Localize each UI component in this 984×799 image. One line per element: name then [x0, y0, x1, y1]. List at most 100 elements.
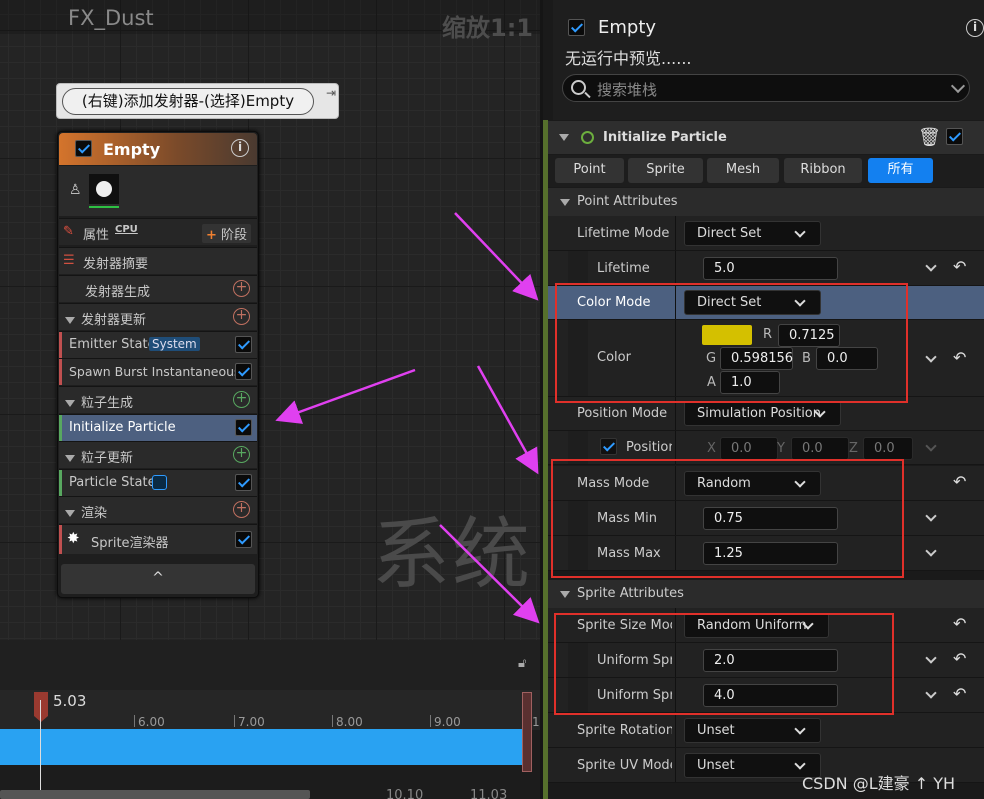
timeline[interactable]: 🔓︎ 6.00 7.00 8.00 9.00 1 5.03 10.10 11.0… [0, 640, 540, 799]
collapse-icon[interactable] [65, 510, 75, 517]
chevron-down-icon[interactable] [925, 687, 937, 699]
pencil-icon[interactable]: ✎ [63, 224, 74, 239]
sprite-burst-icon: ✸ [67, 529, 80, 547]
chevron-down-icon[interactable] [925, 440, 937, 452]
particle-state-row[interactable]: Particle State [59, 469, 257, 496]
module-enable-checkbox[interactable] [946, 128, 963, 145]
chevron-down-icon[interactable] [925, 351, 937, 363]
lifetime-input[interactable]: 5.0 [703, 257, 838, 280]
system-graph[interactable]: FX_Dust 缩放1:1 系统 (右键)添加发射器-(选择)Empty ⇥ E… [0, 0, 540, 640]
stage-button[interactable]: + 阶段 [202, 224, 252, 243]
emitter-track[interactable] [0, 729, 528, 765]
add-module-icon[interactable]: + [233, 446, 250, 463]
sprite-rotation-dropdown[interactable]: Unset [684, 718, 821, 743]
reset-icon[interactable]: ↶ [953, 257, 966, 276]
emitter-enable-checkbox[interactable] [75, 140, 92, 157]
emitter-enable-checkbox[interactable] [568, 19, 585, 36]
collapse-icon[interactable] [560, 591, 570, 598]
initialize-particle-row[interactable]: Initialize Particle [59, 414, 257, 441]
emitter-summary-row[interactable]: ☰ 发射器摘要 [59, 247, 257, 274]
reset-icon[interactable]: ↶ [953, 472, 966, 491]
reset-icon[interactable]: ↶ [953, 614, 966, 633]
emitter-header[interactable]: Empty i [59, 133, 257, 165]
playhead[interactable] [34, 692, 48, 722]
tab-mesh[interactable]: Mesh [707, 158, 779, 183]
add-renderer-icon[interactable]: + [233, 501, 250, 518]
add-module-icon[interactable]: + [233, 280, 250, 297]
module-title: Initialize Particle [603, 130, 727, 145]
timeline-scrollbar[interactable] [0, 790, 310, 799]
pin-icon[interactable]: ⇥ [326, 86, 336, 100]
preview-status: 无运行中预览...... [565, 49, 692, 68]
tab-sprite[interactable]: Sprite [628, 158, 703, 183]
collapse-icon[interactable] [559, 134, 569, 141]
search-input[interactable]: 搜索堆栈 [597, 79, 657, 100]
point-attributes-header[interactable]: Point Attributes [548, 188, 984, 216]
chevron-down-icon[interactable] [925, 260, 937, 272]
properties-label[interactable]: 属性 [83, 224, 109, 243]
sprite-renderer-row[interactable]: ✸ Sprite渲染器 [59, 524, 257, 554]
add-emitter-tooltip: (右键)添加发射器-(选择)Empty ⇥ [56, 83, 339, 119]
reset-icon[interactable]: ↶ [953, 684, 966, 703]
timeline-toolbar: 🔓︎ [0, 640, 540, 690]
collapse-icon[interactable] [65, 400, 75, 407]
emitter-state-row[interactable]: Emitter State System [59, 331, 257, 358]
module-enable-checkbox[interactable] [235, 363, 252, 380]
z-input[interactable]: 0.0 [863, 437, 913, 460]
module-enable-checkbox[interactable] [235, 336, 252, 353]
emitter-thumbnail-row: ♙ [59, 166, 257, 216]
chevron-down-icon[interactable] [925, 652, 937, 664]
x-input[interactable]: 0.0 [720, 437, 778, 460]
sprite-attributes-header[interactable]: Sprite Attributes [548, 580, 984, 608]
tab-ribbon[interactable]: Ribbon [784, 158, 862, 183]
collapse-node-button[interactable]: ^ [61, 564, 255, 594]
panel-title: Empty [598, 17, 657, 38]
emitter-update-row[interactable]: 发射器更新 + [59, 303, 257, 330]
particle-spawn-label: 粒子生成 [81, 396, 134, 411]
emitter-summary-label: 发射器摘要 [83, 257, 149, 272]
collapse-icon[interactable] [65, 317, 75, 324]
reset-icon[interactable]: ↶ [953, 348, 966, 367]
emitter-spawn-row[interactable]: 发射器生成 + [59, 275, 257, 302]
reset-icon[interactable]: ↶ [953, 649, 966, 668]
y-input[interactable]: 0.0 [791, 437, 849, 460]
info-icon[interactable]: i [231, 139, 249, 157]
dot-icon [152, 475, 167, 490]
emitter-node[interactable]: Empty i ♙ ✎ 属性 CPU + 阶段 ☰ 发射器摘要 发射器生成 + [57, 131, 259, 598]
plus-icon: + [206, 228, 217, 243]
track-end-handle[interactable] [522, 692, 532, 772]
module-header[interactable]: Initialize Particle 🗑︎ [548, 121, 984, 154]
tab-point[interactable]: Point [555, 158, 624, 183]
tooltip-text: (右键)添加发射器-(选择)Empty [62, 88, 314, 115]
info-icon[interactable]: i [966, 19, 984, 37]
particle-spawn-row[interactable]: 粒子生成 + [59, 386, 257, 413]
chevron-down-icon[interactable] [925, 510, 937, 522]
particle-update-row[interactable]: 粒子更新 + [59, 441, 257, 468]
sprite-uv-label: Sprite UV Mode [577, 758, 672, 773]
emitter-thumbnail[interactable] [89, 174, 119, 208]
y-label: Y [777, 441, 785, 456]
stack-search[interactable]: 搜索堆栈 [562, 74, 970, 102]
position-checkbox[interactable] [600, 438, 617, 455]
add-module-icon[interactable]: + [233, 308, 250, 325]
collapse-icon[interactable] [560, 199, 570, 206]
chevron-down-icon[interactable] [950, 78, 966, 94]
sprite-uv-dropdown[interactable]: Unset [684, 753, 821, 778]
renderer-enable-checkbox[interactable] [235, 531, 252, 548]
person-icon: ♙ [69, 182, 82, 198]
sprite-attributes-label: Sprite Attributes [577, 586, 684, 601]
position-mode-dropdown[interactable]: Simulation Position [684, 401, 841, 426]
lifetime-label: Lifetime [597, 261, 650, 276]
add-module-icon[interactable]: + [233, 391, 250, 408]
chevron-down-icon[interactable] [925, 545, 937, 557]
trash-icon[interactable]: 🗑︎ [918, 127, 941, 148]
collapse-icon[interactable] [65, 455, 75, 462]
spawn-burst-row[interactable]: Spawn Burst Instantaneous [59, 358, 257, 385]
render-row[interactable]: 渲染 + [59, 496, 257, 523]
tab-all[interactable]: 所有 [868, 158, 933, 183]
lock-icon[interactable]: 🔓︎ [518, 656, 526, 671]
lifetime-mode-dropdown[interactable]: Direct Set [684, 221, 821, 246]
module-enable-checkbox[interactable] [235, 474, 252, 491]
module-enable-checkbox[interactable] [235, 419, 252, 436]
emitter-toolbar: ✎ 属性 CPU + 阶段 [59, 218, 257, 245]
